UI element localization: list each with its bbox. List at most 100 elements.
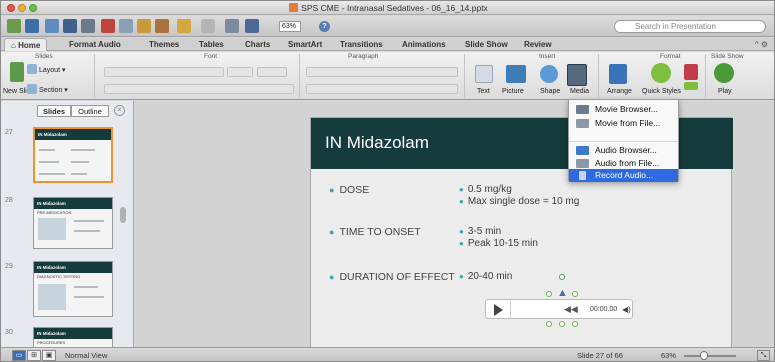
font-name-dropdown[interactable] xyxy=(104,67,224,77)
thumbnail-image xyxy=(38,218,66,240)
tab-themes[interactable]: Themes xyxy=(149,40,179,49)
redo-icon[interactable] xyxy=(201,19,215,33)
font-size-dropdown[interactable] xyxy=(227,67,253,77)
slide-thumbnail[interactable]: IN Midazolam xyxy=(33,127,113,183)
new-presentation-icon[interactable] xyxy=(7,19,21,33)
slide-sorter-view-button[interactable]: ⊞ xyxy=(27,350,41,361)
help-icon[interactable]: ? xyxy=(319,21,330,32)
audio-player[interactable]: ◀◀ 00:00.00 ◀) xyxy=(485,299,633,319)
fit-to-window-button[interactable]: ⤡ xyxy=(757,350,770,361)
tab-home[interactable]: ⌂ Home xyxy=(4,38,48,51)
layout-button[interactable]: Layout ▾ xyxy=(39,66,66,74)
window-title: SPS CME - Intranasal Sedatives - 06_16_1… xyxy=(1,3,774,13)
divider xyxy=(705,54,706,98)
font-grow-shrink-buttons[interactable] xyxy=(257,67,287,77)
tab-tables[interactable]: Tables xyxy=(199,40,224,49)
audio-speaker-icon[interactable]: ▲ xyxy=(557,287,568,299)
pane-scroll-thumb[interactable] xyxy=(120,207,126,223)
pane-close-icon[interactable]: × xyxy=(114,105,125,116)
media-button[interactable]: Media xyxy=(570,88,589,95)
open-icon[interactable] xyxy=(45,19,59,33)
audio-rewind-icon[interactable]: ◀◀ xyxy=(564,304,578,315)
arrange-icon[interactable] xyxy=(609,64,627,84)
section-button[interactable]: Section ▾ xyxy=(39,86,68,94)
resize-handle[interactable] xyxy=(546,321,552,327)
play-button[interactable]: Play xyxy=(718,88,732,95)
tab-smartart[interactable]: SmartArt xyxy=(288,40,322,49)
picture-icon[interactable] xyxy=(506,65,526,83)
bullet-dot: ● xyxy=(459,272,464,281)
ribbon-collapse-icon[interactable]: ^ ⚙ xyxy=(755,40,768,49)
print-icon[interactable] xyxy=(81,19,95,33)
format-painter-icon[interactable] xyxy=(155,19,169,33)
tab-review[interactable]: Review xyxy=(524,40,552,49)
quick-styles-icon[interactable] xyxy=(651,63,671,83)
tab-outline[interactable]: Outline xyxy=(71,105,109,117)
tab-transitions[interactable]: Transitions xyxy=(340,40,383,49)
menu-item-movie-browser[interactable]: Movie Browser... xyxy=(569,103,678,116)
audio-play-icon[interactable] xyxy=(494,304,503,316)
new-slide-icon[interactable] xyxy=(10,62,24,82)
row-label: TIME TO ONSET xyxy=(339,226,421,238)
search-input[interactable]: Search in Presentation xyxy=(614,20,766,33)
zoom-slider-knob[interactable] xyxy=(700,351,708,360)
templates-icon[interactable] xyxy=(25,19,39,33)
tab-format-audio[interactable]: Format Audio xyxy=(69,40,121,49)
resize-handle[interactable] xyxy=(559,321,565,327)
layout-icon xyxy=(27,64,37,74)
slide-show-view-button[interactable]: ▣ xyxy=(42,350,56,361)
zoom-slider[interactable] xyxy=(684,355,736,357)
shape-button[interactable]: Shape xyxy=(540,88,560,95)
rotation-handle[interactable] xyxy=(559,274,565,280)
bullet-label: ● DURATION OF EFFECT xyxy=(329,271,455,283)
text-button[interactable]: Text xyxy=(477,88,490,95)
text-box-icon[interactable] xyxy=(475,65,493,83)
media-icon[interactable] xyxy=(567,64,587,86)
cut-icon[interactable] xyxy=(101,19,115,33)
menu-item-movie-from-file[interactable]: Movie from File... xyxy=(569,117,678,130)
resize-handle[interactable] xyxy=(572,321,578,327)
slide-thumbnail[interactable]: IN Midazolam PROCEDURES xyxy=(33,327,113,349)
normal-view-button[interactable]: ▭ xyxy=(12,350,26,361)
row-value: Max single dose = 10 mg xyxy=(467,196,580,207)
play-slideshow-icon[interactable] xyxy=(714,63,734,83)
toolbox-icon[interactable] xyxy=(245,19,259,33)
section-label: Section xyxy=(39,87,63,94)
slides-pane: Slides Outline × 27 IN Midazolam 28 IN M… xyxy=(1,101,134,349)
quick-styles-button[interactable]: Quick Styles xyxy=(642,88,681,95)
copy-icon[interactable] xyxy=(119,19,133,33)
fill-color-icon[interactable] xyxy=(684,64,698,80)
tab-slides[interactable]: Slides xyxy=(37,105,71,117)
menu-item-label: Audio from File... xyxy=(595,158,660,168)
slide-thumbnail[interactable]: IN Midazolam PRE-MEDICATION xyxy=(33,197,113,249)
pane-scrollbar[interactable] xyxy=(118,121,128,347)
paragraph-list-buttons[interactable] xyxy=(306,67,458,77)
group-label-paragraph: Paragraph xyxy=(348,53,379,60)
arrange-button[interactable]: Arrange xyxy=(607,88,632,95)
thumbnail-text-line xyxy=(71,173,87,175)
shape-icon[interactable] xyxy=(540,65,558,83)
paragraph-align-buttons[interactable] xyxy=(306,84,458,94)
tab-charts[interactable]: Charts xyxy=(245,40,270,49)
slide-show-icon[interactable] xyxy=(225,19,239,33)
menu-item-audio-browser[interactable]: Audio Browser... xyxy=(569,144,678,157)
audio-time: 00:00.00 xyxy=(590,306,618,313)
line-color-icon[interactable] xyxy=(684,82,698,90)
picture-button[interactable]: Picture xyxy=(502,88,524,95)
divider xyxy=(94,54,95,98)
audio-volume-icon[interactable]: ◀) xyxy=(622,305,631,314)
bullet-value: ● Max single dose = 10 mg xyxy=(459,196,579,207)
zoom-field[interactable]: 63% xyxy=(279,21,301,32)
menu-item-record-audio[interactable]: Record Audio... xyxy=(569,169,678,182)
resize-handle[interactable] xyxy=(546,291,552,297)
paste-icon[interactable] xyxy=(137,19,151,33)
tab-slide-show[interactable]: Slide Show xyxy=(465,40,508,49)
bullet-dot: ● xyxy=(459,197,464,206)
undo-icon[interactable] xyxy=(177,19,191,33)
slide-title[interactable]: IN Midazolam xyxy=(325,133,429,153)
resize-handle[interactable] xyxy=(572,291,578,297)
save-icon[interactable] xyxy=(63,19,77,33)
tab-animations[interactable]: Animations xyxy=(402,40,446,49)
slide-thumbnail[interactable]: IN Midazolam DIAGNOSTIC TESTING xyxy=(33,261,113,317)
font-format-buttons[interactable] xyxy=(104,84,294,94)
